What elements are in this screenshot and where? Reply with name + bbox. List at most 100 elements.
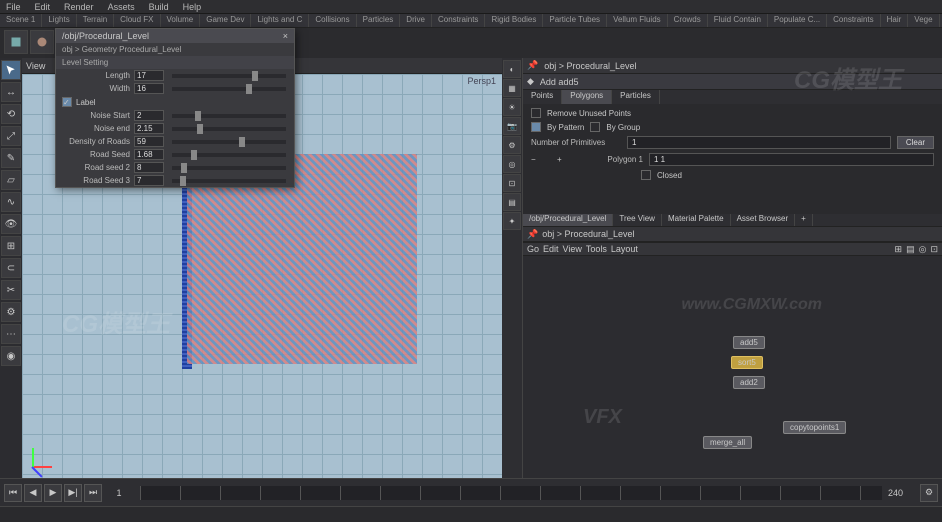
param-width[interactable]: 16	[134, 83, 164, 94]
input-num-prims[interactable]: 1	[627, 136, 891, 149]
nw-opt-icon[interactable]: ▤	[906, 244, 915, 255]
shelf-tab[interactable]: Hair	[881, 14, 909, 27]
vp-light-icon[interactable]: ☀	[503, 98, 521, 116]
last-frame-button[interactable]: ⏭	[84, 484, 102, 502]
tool-snap[interactable]: ⊞	[1, 236, 21, 256]
nw-menu-go[interactable]: Go	[527, 244, 539, 254]
tool-cut[interactable]: ✂	[1, 280, 21, 300]
shelf-tab[interactable]: Terrain	[77, 14, 114, 27]
vp-shading-icon[interactable]: ▦	[503, 79, 521, 97]
shelf-tab[interactable]: Collisions	[309, 14, 356, 27]
radio-by-group[interactable]	[590, 122, 600, 132]
node-merge[interactable]: merge_all	[703, 436, 752, 449]
shelf-tab[interactable]: Scene 1	[0, 14, 42, 27]
shelf-icon[interactable]	[4, 30, 28, 54]
tool-magnet[interactable]: ⊂	[1, 258, 21, 278]
prev-frame-button[interactable]: ◀	[24, 484, 42, 502]
play-button[interactable]: ▶	[44, 484, 62, 502]
next-frame-button[interactable]: ▶|	[64, 484, 82, 502]
network-tab[interactable]: Material Palette	[662, 214, 731, 226]
tool-brush[interactable]: ✎	[1, 148, 21, 168]
shelf-tab[interactable]: Crowds	[668, 14, 708, 27]
slider[interactable]	[172, 179, 286, 183]
plus-button[interactable]: +	[557, 155, 577, 164]
shelf-tab[interactable]: Lights	[42, 14, 76, 27]
nw-menu-view[interactable]: View	[563, 244, 582, 254]
tool-scale[interactable]: ⤢	[1, 126, 21, 146]
vp-display-icon[interactable]: ◐	[503, 60, 521, 78]
vp-opt-icon[interactable]: ◎	[503, 155, 521, 173]
vp-opt-icon[interactable]: ✦	[503, 212, 521, 230]
slider[interactable]	[172, 166, 286, 170]
network-tab[interactable]: Tree View	[613, 214, 662, 226]
param-density[interactable]: 59	[134, 136, 164, 147]
shelf-tab[interactable]: Constraints	[432, 14, 485, 27]
nw-opt-icon[interactable]: ◎	[919, 244, 927, 255]
tool-rotate[interactable]: ⟲	[1, 104, 21, 124]
checkbox-remove-unused[interactable]	[531, 108, 541, 118]
param-road-seed2[interactable]: 8	[134, 162, 164, 173]
frame-end[interactable]: 240	[888, 488, 918, 498]
menu-render[interactable]: Render	[64, 2, 94, 12]
shelf-tab[interactable]: Cloud FX	[114, 14, 160, 27]
frame-start[interactable]: 1	[104, 488, 134, 498]
nw-menu-layout[interactable]: Layout	[611, 244, 638, 254]
network-tab[interactable]: /obj/Procedural_Level	[523, 214, 613, 226]
node-sort[interactable]: sort5	[731, 356, 763, 369]
shelf-tab[interactable]: Game Dev	[200, 14, 251, 27]
slider[interactable]	[172, 127, 286, 131]
checkbox-closed[interactable]	[641, 170, 651, 180]
pin-icon[interactable]: 📌	[527, 60, 538, 71]
tab-particles[interactable]: Particles	[612, 90, 660, 104]
viewport-persp-label[interactable]: Persp1	[467, 76, 496, 86]
tool-eye[interactable]: 👁	[1, 214, 21, 234]
shelf-tab[interactable]: Drive	[400, 14, 432, 27]
network-crumb[interactable]: obj > Procedural_Level	[542, 229, 634, 239]
tool-gear[interactable]: ⚙	[1, 302, 21, 322]
node-copytopoints[interactable]: copytopoints1	[783, 421, 846, 434]
menu-assets[interactable]: Assets	[108, 2, 135, 12]
nw-opt-icon[interactable]: ⊞	[895, 244, 903, 255]
tab-polygons[interactable]: Polygons	[562, 90, 612, 104]
param-road-seed3[interactable]: 7	[134, 175, 164, 186]
shelf-tab[interactable]: Particles	[357, 14, 401, 27]
minus-button[interactable]: −	[531, 155, 551, 164]
time-slider[interactable]	[140, 486, 882, 500]
nw-opt-icon[interactable]: ⊡	[930, 244, 938, 255]
node-add2[interactable]: add2	[733, 376, 765, 389]
node-add[interactable]: add5	[733, 336, 765, 349]
node-name-field[interactable]: Add add5	[540, 77, 579, 87]
network-tab[interactable]: Asset Browser	[731, 214, 796, 226]
shelf-tab[interactable]: Rigid Bodies	[485, 14, 543, 27]
slider-width[interactable]	[172, 87, 286, 91]
menu-edit[interactable]: Edit	[35, 2, 51, 12]
vp-opt-icon[interactable]: ⚙	[503, 136, 521, 154]
axis-gizmo[interactable]	[32, 438, 62, 468]
param-noise-end[interactable]: 2.15	[134, 123, 164, 134]
shelf-tab[interactable]: Constraints	[827, 14, 880, 27]
slider[interactable]	[172, 153, 286, 157]
tool-curve[interactable]: ∿	[1, 192, 21, 212]
slider[interactable]	[172, 140, 286, 144]
tool-more[interactable]: ⋯	[1, 324, 21, 344]
checkbox-label[interactable]: ✓	[62, 97, 72, 107]
shelf-tab[interactable]: Particle Tubes	[543, 14, 607, 27]
first-frame-button[interactable]: ⏮	[4, 484, 22, 502]
clear-button[interactable]: Clear	[897, 136, 934, 149]
nw-menu-tools[interactable]: Tools	[586, 244, 607, 254]
tab-points[interactable]: Points	[523, 90, 562, 104]
add-tab-button[interactable]: +	[795, 214, 813, 226]
shelf-tab[interactable]: Vege	[908, 14, 939, 27]
tool-more2[interactable]: ◉	[1, 346, 21, 366]
shelf-tab[interactable]: Vellum Fluids	[607, 14, 668, 27]
slider-length[interactable]	[172, 74, 286, 78]
shelf-icon[interactable]	[30, 30, 54, 54]
shelf-tab[interactable]: Lights and C	[251, 14, 309, 27]
close-icon[interactable]: ×	[283, 31, 288, 41]
slider[interactable]	[172, 114, 286, 118]
shelf-tab[interactable]: Fluid Contain	[708, 14, 768, 27]
radio-by-pattern[interactable]	[531, 122, 541, 132]
timeline-opt-icon[interactable]: ⚙	[920, 484, 938, 502]
param-nav[interactable]: obj > Procedural_Level	[544, 61, 636, 71]
network-graph[interactable]: add5 sort5 add2 copytopoints1 merge_all …	[523, 256, 942, 478]
